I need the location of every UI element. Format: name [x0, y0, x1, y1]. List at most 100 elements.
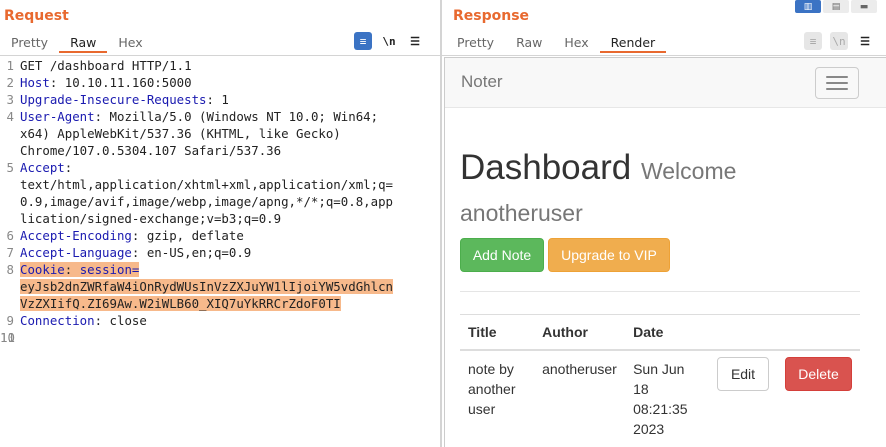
wrap-lines-icon[interactable]: ≡ [804, 32, 822, 50]
response-tab-render[interactable]: Render [599, 33, 667, 53]
request-pane: Request Pretty Raw Hex ≡ \n ☰ 1 GET /dash… [0, 0, 440, 447]
line-content: 0.9,image/avif,image/webp,image/apng,*/*… [20, 194, 393, 209]
request-toolbar: ≡ \n ☰ [354, 32, 424, 50]
header-value: en-US,en;q=0.9 [139, 245, 252, 260]
line-content: text/html,application/xhtml+xml,applicat… [20, 177, 393, 192]
note-date-line: 18 [633, 381, 649, 397]
request-tab-divider [0, 55, 440, 56]
column-header-actions [709, 314, 777, 351]
header-colon: : [94, 313, 103, 328]
header-value: gzip, deflate [139, 228, 244, 243]
column-header-title: Title [460, 314, 535, 351]
header-value: 10.10.11.160:5000 [57, 75, 192, 90]
note-date-line: 2023 [633, 421, 665, 437]
header-name: Connection [20, 313, 95, 328]
request-line: 5 Accept: [0, 159, 440, 176]
request-editor[interactable]: 1 GET /dashboard HTTP/1.1 2 Host: 10.10.11.… [0, 57, 440, 345]
layout-switcher: ▥ ▤ ▬ [795, 0, 877, 13]
line-number: 4 [6, 109, 14, 124]
response-tab-pretty[interactable]: Pretty [446, 33, 505, 53]
divider [460, 291, 860, 292]
layout-side-by-side-icon[interactable]: ▥ [795, 0, 821, 13]
line-number: 1 [6, 58, 14, 73]
header-value: session= [72, 262, 140, 277]
brand-link[interactable]: Noter [461, 72, 503, 92]
line-content: User-Agent: Mozilla/5.0 (Windows NT 10.0… [20, 109, 378, 124]
request-title: Request [4, 8, 69, 24]
show-newlines-icon[interactable]: \n [830, 32, 848, 50]
line-content: VzZXIifQ.ZI69Aw.W2iWLB60_XIQ7uYkRRCrZdoF… [20, 296, 341, 311]
response-tab-raw[interactable]: Raw [505, 33, 553, 53]
note-date-line: Sun Jun [633, 361, 685, 377]
layout-stacked-icon[interactable]: ▤ [823, 0, 849, 13]
request-line: 3 Upgrade-Insecure-Requests: 1 [0, 91, 440, 108]
line-number: 8 [6, 262, 14, 277]
table-header-row: Title Author Date [460, 314, 860, 351]
show-newlines-icon[interactable]: \n [380, 32, 398, 50]
column-header-actions [777, 314, 860, 351]
welcome-text: Welcome [640, 158, 737, 184]
edit-note-button[interactable]: Edit [717, 357, 769, 391]
upgrade-vip-button[interactable]: Upgrade to VIP [548, 238, 670, 272]
request-line: x64) AppleWebKit/537.36 (KHTML, like Gec… [0, 125, 440, 142]
request-line: VzZXIifQ.ZI69Aw.W2iWLB60_XIQ7uYkRRCrZdoF… [0, 295, 440, 312]
request-tabs: Pretty Raw Hex [0, 33, 154, 53]
header-name: Host [20, 75, 50, 90]
note-title-line: note by [468, 361, 514, 377]
request-line: 4 User-Agent: Mozilla/5.0 (Windows NT 10.… [0, 108, 440, 125]
request-line: 7 Accept-Language: en-US,en;q=0.9 [0, 244, 440, 261]
delete-note-button[interactable]: Delete [785, 357, 852, 391]
line-content: Host: 10.10.11.160:5000 [20, 75, 192, 90]
request-tab-raw[interactable]: Raw [59, 33, 108, 53]
request-line: text/html,application/xhtml+xml,applicat… [0, 176, 440, 193]
line-number: 2 [6, 75, 14, 90]
line-number: 3 [6, 92, 14, 107]
request-tab-hex[interactable]: Hex [107, 33, 153, 53]
note-date-line: 08:21:35 [633, 401, 688, 417]
header-value: Mozilla/5.0 (Windows NT 10.0; Win64; [102, 109, 379, 124]
header-colon: : [64, 160, 73, 175]
response-tabs: Pretty Raw Hex Render [446, 33, 667, 53]
hamburger-bar-icon [826, 82, 848, 84]
delete-cell: Delete [777, 350, 860, 447]
hamburger-bar-icon [826, 88, 848, 90]
request-line: eyJsb2dnZWRfaW4iOnRydWUsInVzZXJuYW1lIjoi… [0, 278, 440, 295]
header-colon: : [94, 109, 103, 124]
response-tab-divider [442, 55, 886, 56]
line-content: x64) AppleWebKit/537.36 (KHTML, like Gec… [20, 126, 341, 141]
column-header-author: Author [534, 314, 626, 351]
navbar-toggle-button[interactable] [815, 67, 859, 99]
line-content: Chrome/107.0.5304.107 Safari/537.36 [20, 143, 282, 158]
request-tab-pretty[interactable]: Pretty [0, 33, 59, 53]
note-title-cell: note by another user [460, 350, 534, 447]
dashboard-heading: Dashboard [460, 148, 632, 187]
line-number: 6 [6, 228, 14, 243]
edit-cell: Edit [709, 350, 777, 447]
table-row: note by another user anotheruser Sun Jun… [460, 350, 860, 447]
menu-icon[interactable]: ☰ [406, 32, 424, 50]
header-name: User-Agent [20, 109, 95, 124]
line-content: Cookie: session= [20, 262, 140, 277]
layout-tabs-icon[interactable]: ▬ [851, 0, 877, 13]
response-toolbar: ≡ \n ☰ [804, 32, 874, 50]
wrap-lines-icon[interactable]: ≡ [354, 32, 372, 50]
note-author-cell: anotheruser [542, 361, 617, 377]
header-name: Accept [20, 160, 65, 175]
request-line: 0.9,image/avif,image/webp,image/apng,*/*… [0, 193, 440, 210]
request-line: Chrome/107.0.5304.107 Safari/537.36 [0, 142, 440, 159]
navbar: Noter [445, 58, 886, 108]
request-line: lication/signed-exchange;v=b3;q=0.9 [0, 210, 440, 227]
line-number: 11 [0, 330, 15, 345]
line-content: Accept-Encoding: gzip, deflate [20, 228, 244, 243]
note-title-line: another [468, 381, 516, 397]
request-line: 8 Cookie: session= [0, 261, 440, 278]
note-title-line: user [468, 401, 496, 417]
line-number: 9 [6, 313, 14, 328]
line-number: 7 [6, 245, 14, 260]
response-tab-hex[interactable]: Hex [553, 33, 599, 53]
menu-icon[interactable]: ☰ [856, 32, 874, 50]
add-note-button[interactable]: Add Note [460, 238, 544, 272]
line-number: 5 [6, 160, 14, 175]
header-name: Upgrade-Insecure-Requests [20, 92, 207, 107]
request-line: 9 Connection: close [0, 312, 440, 329]
